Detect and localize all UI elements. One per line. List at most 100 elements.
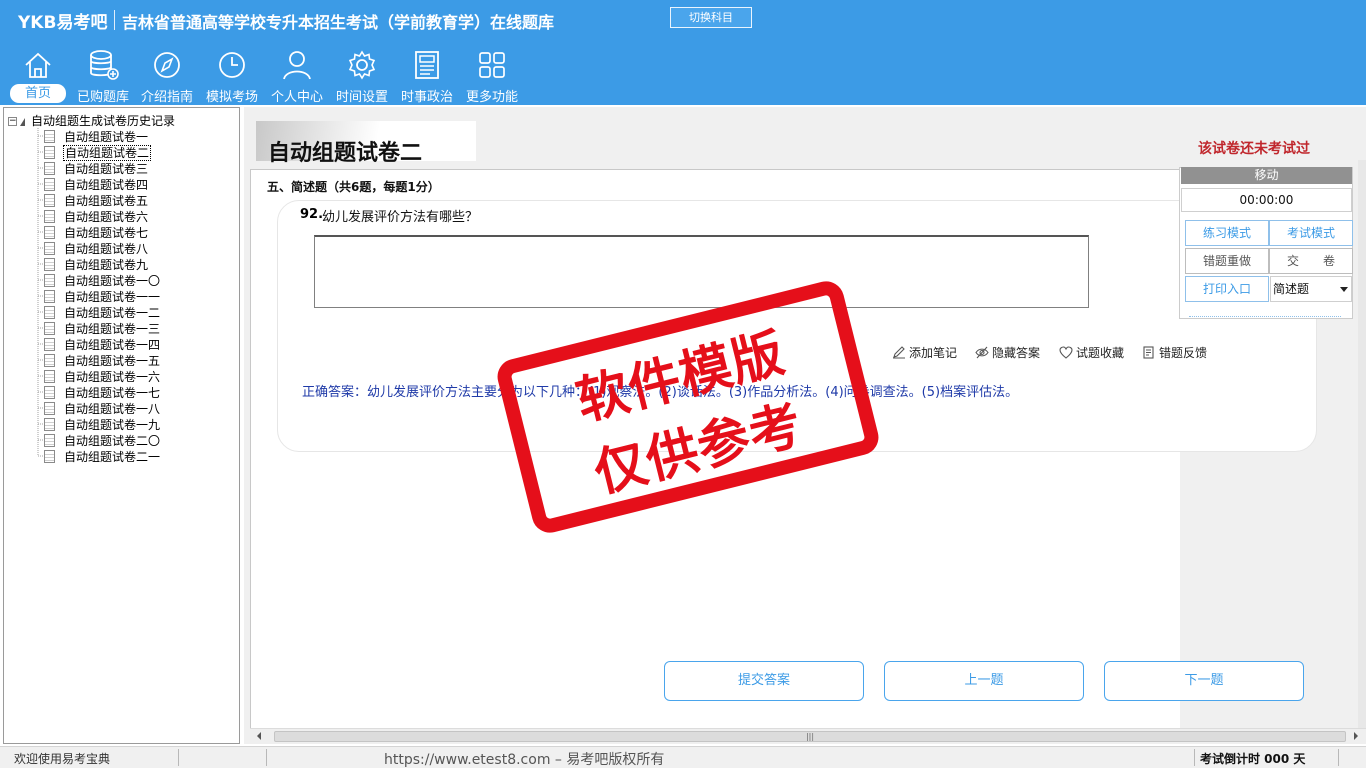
compass-icon bbox=[154, 52, 180, 78]
tree-item[interactable]: 自动组题试卷一八 bbox=[44, 400, 161, 416]
status-divider bbox=[266, 749, 267, 766]
tree-item[interactable]: 自动组题试卷一 bbox=[44, 128, 149, 144]
document-icon bbox=[44, 418, 55, 431]
tree-item-label: 自动组题试卷一五 bbox=[64, 354, 161, 368]
tree-item[interactable]: 自动组题试卷八 bbox=[44, 240, 149, 256]
tree-item[interactable]: 自动组题试卷二 bbox=[44, 144, 152, 161]
horizontal-scrollbar[interactable]: ||| bbox=[250, 728, 1366, 744]
add-note-button[interactable]: 添加笔记 bbox=[892, 344, 957, 361]
exam-countdown: 考试倒计时 000 天 bbox=[1200, 752, 1306, 766]
hand-in-button[interactable]: 交 卷 bbox=[1269, 248, 1353, 274]
tree-item[interactable]: 自动组题试卷七 bbox=[44, 224, 149, 240]
document-icon bbox=[44, 338, 55, 351]
switch-subject-button[interactable]: 切换科目 bbox=[670, 7, 752, 28]
previous-question-button[interactable]: 上一题 bbox=[884, 661, 1084, 701]
tree-item[interactable]: 自动组题试卷四 bbox=[44, 176, 149, 192]
tree-item-label: 自动组题试卷二 bbox=[63, 145, 152, 161]
tree-item[interactable]: 自动组题试卷一五 bbox=[44, 352, 161, 368]
nav-time-settings-label: 时间设置 bbox=[335, 90, 388, 105]
grid-icon bbox=[479, 52, 505, 78]
document-icon bbox=[44, 226, 55, 239]
nav-purchased-label: 已购题库 bbox=[76, 90, 129, 105]
document-icon bbox=[44, 274, 55, 287]
tree-item[interactable]: 自动组题试卷三 bbox=[44, 160, 149, 176]
tree-item[interactable]: 自动组题试卷二〇 bbox=[44, 432, 161, 448]
tree-item[interactable]: 自动组题试卷一四 bbox=[44, 336, 161, 352]
newspaper-icon bbox=[415, 51, 439, 79]
nav-personal-center[interactable]: 个人中心 bbox=[266, 48, 328, 105]
document-icon bbox=[44, 450, 55, 463]
vertical-scrollbar[interactable] bbox=[1358, 160, 1366, 728]
nav-current-affairs-label: 时事政治 bbox=[400, 90, 453, 105]
tree-item[interactable]: 自动组题试卷六 bbox=[44, 208, 149, 224]
document-icon bbox=[44, 354, 55, 367]
nav-mock-exam[interactable]: 模拟考场 bbox=[200, 48, 264, 105]
gear-icon bbox=[348, 50, 376, 80]
tree-item[interactable]: 自动组题试卷一一 bbox=[44, 288, 161, 304]
document-icon bbox=[44, 162, 55, 175]
document-icon bbox=[44, 386, 55, 399]
tree-item[interactable]: 自动组题试卷一三 bbox=[44, 320, 161, 336]
question-type-select[interactable]: 简述题 bbox=[1270, 276, 1352, 302]
question-text: 幼儿发展评价方法有哪些？ bbox=[322, 210, 479, 225]
tree-item-label: 自动组题试卷二一 bbox=[64, 450, 161, 464]
tree-item[interactable]: 自动组题试卷一七 bbox=[44, 384, 161, 400]
nav-time-settings[interactable]: 时间设置 bbox=[331, 48, 393, 105]
timer-display: 00:00:00 bbox=[1181, 188, 1352, 212]
nav-purchased[interactable]: 已购题库 bbox=[72, 48, 134, 105]
tree-item[interactable]: 自动组题试卷一〇 bbox=[44, 272, 161, 288]
tree-item-label: 自动组题试卷一九 bbox=[64, 418, 161, 432]
tree-item[interactable]: 自动组题试卷九 bbox=[44, 256, 149, 272]
tree-root-label: 自动组题生成试卷历史记录 bbox=[31, 114, 176, 128]
status-divider bbox=[178, 749, 179, 766]
nav-guide[interactable]: 介绍指南 bbox=[136, 48, 198, 105]
question-type-value: 简述题 bbox=[1273, 282, 1310, 296]
tree-item[interactable]: 自动组题试卷一六 bbox=[44, 368, 161, 384]
redo-wrong-button[interactable]: 错题重做 bbox=[1185, 248, 1269, 274]
nav-more-label: 更多功能 bbox=[465, 90, 518, 105]
tree-item-label: 自动组题试卷五 bbox=[64, 194, 149, 208]
copyright-url: https://www.etest8.com – 易考吧版权所有 bbox=[384, 752, 665, 768]
document-icon bbox=[44, 242, 55, 255]
print-entry-button[interactable]: 打印入口 bbox=[1185, 276, 1269, 302]
tree-root[interactable]: − 自动组题生成试卷历史记录 bbox=[8, 112, 175, 128]
tree-item-label: 自动组题试卷一七 bbox=[64, 386, 161, 400]
practice-mode-button[interactable]: 练习模式 bbox=[1185, 220, 1269, 246]
scroll-right-arrow-icon[interactable] bbox=[1354, 732, 1358, 740]
tree-item-label: 自动组题试卷三 bbox=[64, 162, 149, 176]
feedback-button[interactable]: 错题反馈 bbox=[1142, 344, 1207, 361]
document-icon bbox=[44, 258, 55, 271]
collapse-icon[interactable]: − bbox=[8, 117, 17, 126]
document-icon bbox=[44, 178, 55, 191]
logo-divider bbox=[114, 10, 115, 30]
paper-title: 自动组题试卷二 bbox=[268, 141, 423, 166]
favorite-button[interactable]: 试题收藏 bbox=[1059, 344, 1124, 361]
move-handle[interactable]: 移动 bbox=[1181, 167, 1352, 184]
tree-item-label: 自动组题试卷一八 bbox=[64, 402, 161, 416]
pencil-icon bbox=[893, 346, 905, 359]
document-icon bbox=[44, 434, 55, 447]
app-window: YKB易考吧 吉林省普通高等学校专升本招生考试（学前教育学）在线题库 切换科目 … bbox=[0, 0, 1366, 768]
nav-current-affairs[interactable]: 时事政治 bbox=[396, 48, 458, 105]
scroll-left-arrow-icon[interactable] bbox=[257, 732, 261, 740]
nav-more[interactable]: 更多功能 bbox=[461, 48, 523, 105]
status-bar: 欢迎使用易考宝典 https://www.etest8.com – 易考吧版权所… bbox=[0, 746, 1366, 768]
scroll-thumb[interactable]: ||| bbox=[274, 731, 1346, 742]
favorite-label: 试题收藏 bbox=[1076, 346, 1125, 360]
nav-home[interactable]: 首页 bbox=[8, 48, 68, 104]
tree-item[interactable]: 自动组题试卷五 bbox=[44, 192, 149, 208]
tree-item[interactable]: 自动组题试卷一九 bbox=[44, 416, 161, 432]
exam-mode-button[interactable]: 考试模式 bbox=[1269, 220, 1353, 246]
tree-item[interactable]: 自动组题试卷一二 bbox=[44, 304, 161, 320]
tree-item-label: 自动组题试卷二〇 bbox=[64, 434, 161, 448]
hide-answer-button[interactable]: 隐藏答案 bbox=[975, 344, 1040, 361]
tree-item[interactable]: 自动组题试卷二一 bbox=[44, 448, 161, 464]
status-divider bbox=[1338, 749, 1339, 766]
status-divider bbox=[1194, 749, 1195, 766]
next-question-button[interactable]: 下一题 bbox=[1104, 661, 1304, 701]
document-icon bbox=[44, 290, 55, 303]
submit-answer-button[interactable]: 提交答案 bbox=[664, 661, 864, 701]
panel-bottom-divider bbox=[1189, 311, 1341, 317]
add-note-label: 添加笔记 bbox=[909, 346, 958, 360]
answer-input[interactable] bbox=[314, 235, 1089, 308]
